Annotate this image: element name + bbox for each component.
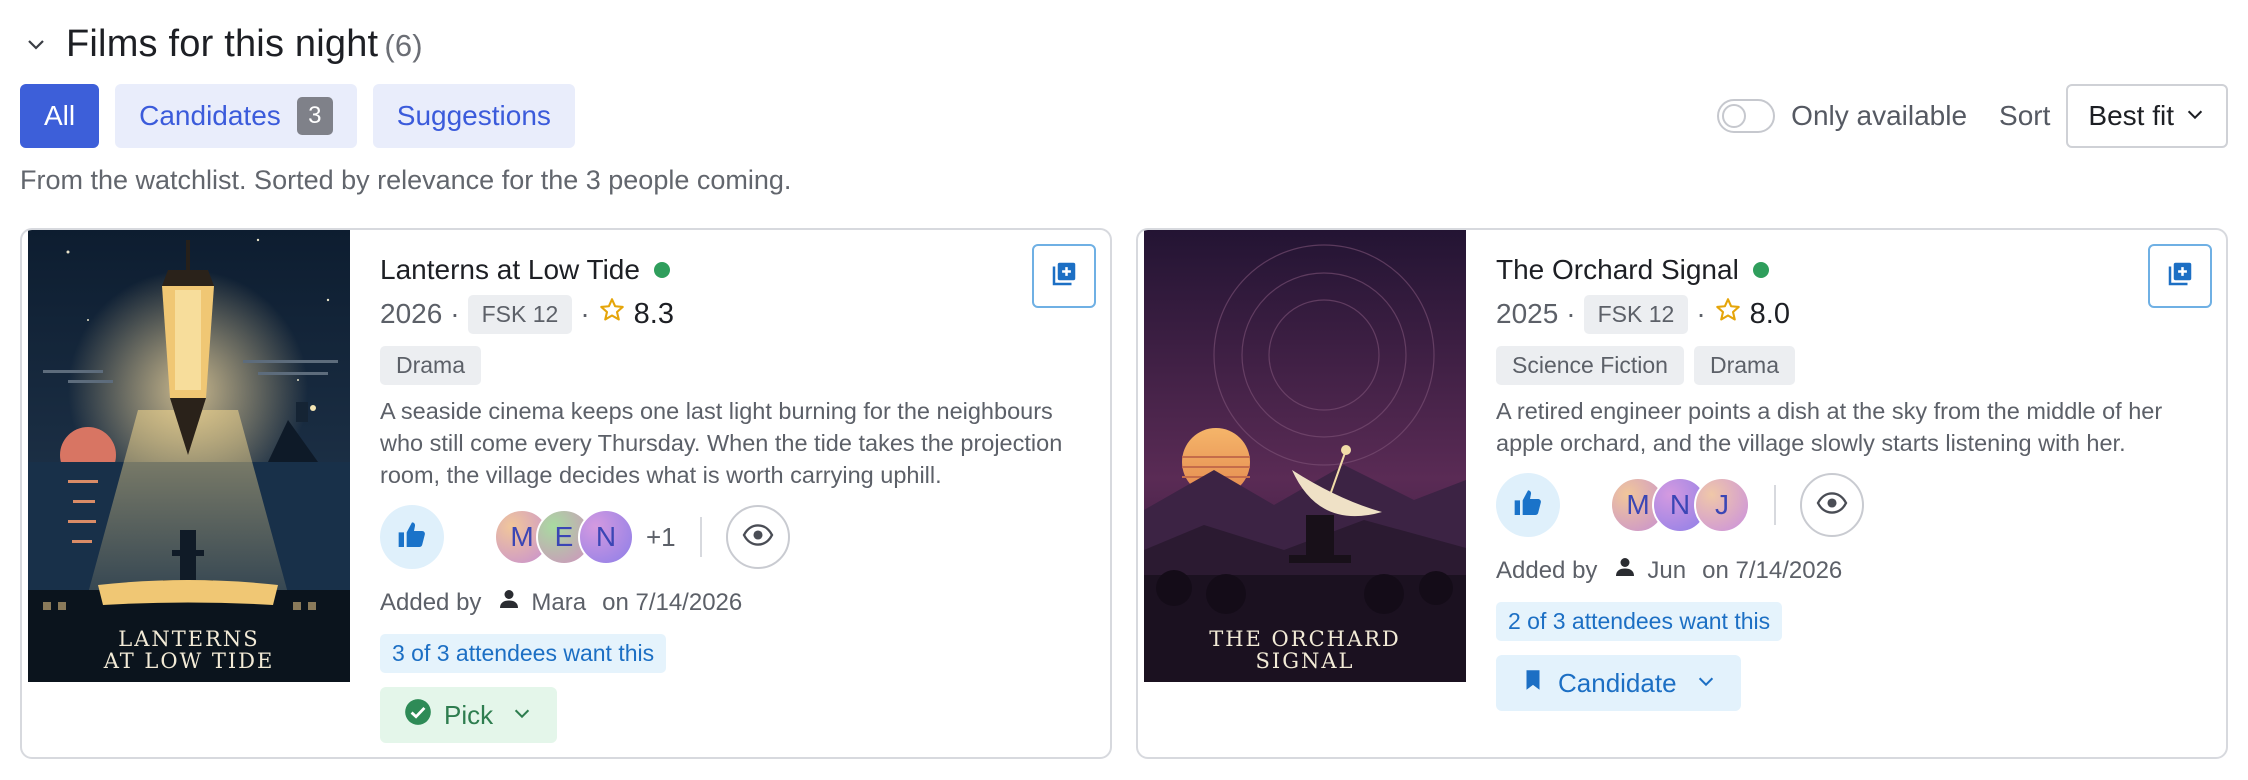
section-title: Films for this night (6) xyxy=(66,22,423,65)
user-icon xyxy=(497,587,521,618)
film-info: Lanterns at Low Tide 2026 · FSK 12 · 8.3… xyxy=(380,250,1090,743)
film-actions: M E N +1 xyxy=(380,505,1090,569)
added-date: on 7/14/2026 xyxy=(1702,556,1843,584)
genre-tag: Drama xyxy=(1693,346,1795,385)
film-card: LANTERNS AT LOW TIDE Lanterns at Low Tid… xyxy=(20,228,1112,759)
candidates-count-badge: 3 xyxy=(296,97,333,135)
film-poster[interactable]: LANTERNS AT LOW TIDE xyxy=(28,230,350,682)
list-subtitle: From the watchlist. Sorted by relevance … xyxy=(20,165,792,195)
added-by-user[interactable]: Jun xyxy=(1647,557,1686,585)
check-circle-icon xyxy=(404,698,432,733)
film-rating: 8.3 xyxy=(598,296,674,332)
added-date: on 7/14/2026 xyxy=(602,588,743,616)
more-voters-count[interactable]: +1 xyxy=(646,522,676,553)
added-by-info: Added by Jun on 7/14/2026 xyxy=(1496,555,2206,586)
film-actions: M N J xyxy=(1496,473,2206,537)
available-indicator xyxy=(1752,262,1769,278)
status-dropdown-candidate[interactable]: Candidate xyxy=(1496,655,1741,711)
film-title[interactable]: Lanterns at Low Tide xyxy=(380,254,640,286)
genre-list: Science Fiction Drama xyxy=(1496,346,2206,385)
film-description: A seaside cinema keeps one last light bu… xyxy=(380,398,1063,488)
chevron-down-icon xyxy=(2184,100,2206,132)
bookmark-icon xyxy=(1520,667,1546,700)
genre-list: Drama xyxy=(380,346,1090,385)
film-description: A retired engineer points a dish at the … xyxy=(1496,398,2163,456)
chevron-down-icon xyxy=(1695,668,1717,699)
avatar: J xyxy=(1694,477,1750,533)
add-to-list-button[interactable] xyxy=(2148,244,2212,308)
section-header[interactable]: Films for this night (6) xyxy=(20,16,423,72)
film-rating: 8.0 xyxy=(1714,296,1790,332)
available-indicator xyxy=(653,262,670,278)
chevron-down-icon xyxy=(511,700,533,731)
film-year: 2025 xyxy=(1496,298,1559,329)
tab-candidates[interactable]: Candidates 3 xyxy=(115,84,357,148)
avatar: N xyxy=(578,509,634,565)
thumbs-up-icon xyxy=(1512,487,1544,524)
eye-icon xyxy=(1816,487,1848,524)
attendee-interest-badge: 2 of 3 attendees want this xyxy=(1496,602,1783,641)
voter-avatars[interactable]: M N J xyxy=(1610,477,1750,533)
film-info: The Orchard Signal 2025 · FSK 12 · 8.0 S… xyxy=(1496,250,2206,711)
tab-suggestions[interactable]: Suggestions xyxy=(372,84,575,148)
film-meta: 2025 · FSK 12 · 8.0 xyxy=(1496,292,2206,336)
film-title[interactable]: The Orchard Signal xyxy=(1496,254,1739,286)
list-controls: Only available Sort Best fit xyxy=(1717,84,2228,148)
divider xyxy=(1774,485,1776,525)
age-rating-badge: FSK 12 xyxy=(467,294,573,334)
only-available-toggle[interactable] xyxy=(1717,99,1776,133)
star-icon xyxy=(598,296,626,332)
thumbs-up-button[interactable] xyxy=(1496,473,1560,537)
added-by-info: Added by Mara on 7/14/2026 xyxy=(380,587,1090,618)
only-available-label: Only available xyxy=(1791,100,1968,131)
attendee-interest-badge: 3 of 3 attendees want this xyxy=(380,634,667,673)
film-card: THE ORCHARD SIGNAL The Orchard Signal 20… xyxy=(1136,228,2228,759)
add-to-list-icon xyxy=(1049,259,1079,294)
film-meta: 2026 · FSK 12 · 8.3 xyxy=(380,292,1090,336)
add-to-list-button[interactable] xyxy=(1032,244,1096,308)
mark-watched-button[interactable] xyxy=(725,505,790,569)
added-by-user[interactable]: Mara xyxy=(531,589,586,617)
poster-title: THE ORCHARD SIGNAL xyxy=(1209,627,1401,673)
eye-icon xyxy=(742,519,774,556)
poster-title: LANTERNS AT LOW TIDE xyxy=(103,627,275,673)
thumbs-up-icon xyxy=(396,519,428,556)
film-poster[interactable]: THE ORCHARD SIGNAL xyxy=(1144,230,1466,682)
star-icon xyxy=(1714,296,1742,332)
genre-tag: Science Fiction xyxy=(1496,346,1684,385)
tab-all[interactable]: All xyxy=(20,84,100,148)
film-count: (6) xyxy=(384,27,423,63)
divider xyxy=(699,517,702,557)
genre-tag: Drama xyxy=(380,346,482,385)
chevron-down-icon[interactable] xyxy=(20,28,52,60)
add-to-list-icon xyxy=(2165,259,2195,294)
status-dropdown-pick[interactable]: Pick xyxy=(380,687,558,743)
film-year: 2026 xyxy=(380,298,443,329)
filter-tabs: All Candidates 3 Suggestions xyxy=(20,84,575,148)
thumbs-up-button[interactable] xyxy=(380,505,444,569)
voter-avatars[interactable]: M E N xyxy=(494,509,634,565)
age-rating-badge: FSK 12 xyxy=(1583,294,1689,334)
user-icon xyxy=(1613,555,1637,586)
mark-watched-button[interactable] xyxy=(1800,473,1864,537)
sort-label: Sort xyxy=(1999,100,2051,131)
sort-select[interactable]: Best fit xyxy=(2066,84,2228,148)
